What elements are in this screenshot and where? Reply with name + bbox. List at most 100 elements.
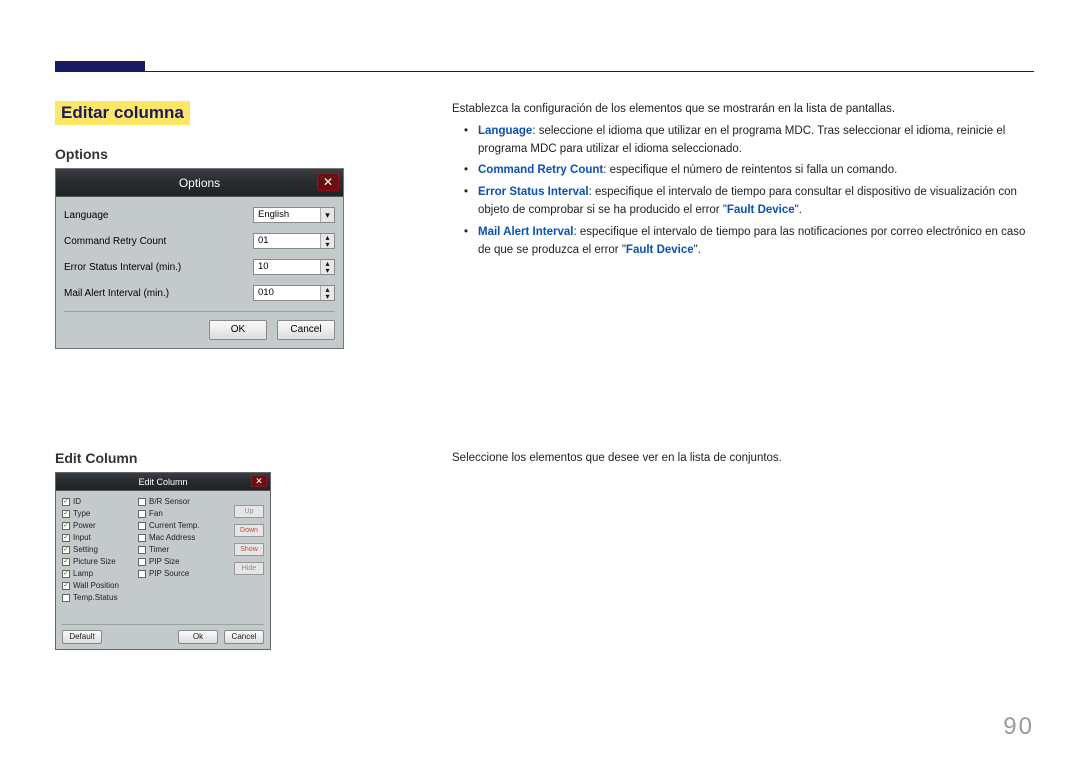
- checkbox-icon[interactable]: [62, 594, 70, 602]
- checkbox-icon[interactable]: ✓: [62, 522, 70, 530]
- edit-column-body: ✓ID✓Type✓Power✓Input✓Setting✓Picture Siz…: [56, 491, 270, 649]
- options-heading: Options: [55, 146, 108, 162]
- checkbox-icon[interactable]: ✓: [62, 570, 70, 578]
- bullet-command-retry: Command Retry Count: especifique el núme…: [452, 162, 1034, 180]
- opt-language-label: Language: [64, 210, 253, 221]
- spinner-arrows-icon: ▴▾: [320, 286, 334, 300]
- ok-button[interactable]: Ok: [178, 630, 218, 644]
- checkbox-icon[interactable]: [138, 546, 146, 554]
- list-item-label: Type: [73, 509, 90, 518]
- list-item-label: Lamp: [73, 569, 93, 578]
- header-accent-bar: [55, 61, 145, 71]
- list-item[interactable]: PIP Size: [138, 557, 208, 566]
- crc-spinner[interactable]: 01 ▴▾: [253, 233, 335, 249]
- options-dialog-titlebar: Options ✕: [56, 169, 343, 197]
- list-item[interactable]: ✓Type: [62, 509, 132, 518]
- close-icon[interactable]: ✕: [251, 475, 267, 487]
- checkbox-icon[interactable]: ✓: [62, 546, 70, 554]
- bullet-language: Language: seleccione el idioma que utili…: [452, 123, 1034, 159]
- section-title: Editar columna: [55, 101, 190, 125]
- edit-column-right-list: B/R Sensor Fan Current Temp. Mac Address Tim…: [138, 497, 208, 605]
- mai-text-b: ".: [694, 244, 701, 256]
- checkbox-icon[interactable]: ✓: [62, 510, 70, 518]
- cancel-button[interactable]: Cancel: [277, 320, 335, 340]
- options-dialog-body: Language English▾ Command Retry Count 01…: [56, 197, 343, 348]
- editcol-intro-text: Seleccione los elementos que desee ver e…: [452, 450, 1034, 468]
- crc-value: 01: [258, 235, 269, 246]
- intro-text: Establezca la configuración de los eleme…: [452, 101, 1034, 119]
- close-icon[interactable]: ✕: [317, 173, 339, 191]
- page-number: 90: [1003, 713, 1034, 741]
- opt-esi-label: Error Status Interval (min.): [64, 262, 253, 273]
- list-item[interactable]: ✓Input: [62, 533, 132, 542]
- list-item-label: Input: [73, 533, 91, 542]
- esi-value: 10: [258, 261, 269, 272]
- list-item-label: Temp.Status: [73, 593, 117, 602]
- checkbox-icon[interactable]: ✓: [62, 582, 70, 590]
- bullet-mail-alert: Mail Alert Interval: especifique el inte…: [452, 224, 1034, 260]
- checkbox-icon[interactable]: [138, 558, 146, 566]
- options-dialog: Options ✕ Language English▾ Command Retr…: [55, 168, 344, 349]
- list-item-label: Mac Address: [149, 533, 195, 542]
- checkbox-icon[interactable]: ✓: [62, 558, 70, 566]
- list-item[interactable]: ✓Power: [62, 521, 132, 530]
- esi-fault: Fault Device: [727, 204, 795, 216]
- list-item-label: PIP Source: [149, 569, 189, 578]
- checkbox-icon[interactable]: ✓: [62, 534, 70, 542]
- esi-spinner[interactable]: 10 ▴▾: [253, 259, 335, 275]
- list-item-label: Fan: [149, 509, 163, 518]
- esi-label: Error Status Interval: [478, 186, 589, 198]
- esi-text-b: ".: [795, 204, 802, 216]
- checkbox-icon[interactable]: [138, 522, 146, 530]
- down-button[interactable]: Down: [234, 524, 264, 537]
- spinner-arrows-icon: ▴▾: [320, 260, 334, 274]
- list-item[interactable]: Current Temp.: [138, 521, 208, 530]
- up-button[interactable]: Up: [234, 505, 264, 518]
- list-item[interactable]: Temp.Status: [62, 593, 132, 602]
- list-item-label: Wall Position: [73, 581, 119, 590]
- edit-column-dialog: Edit Column ✕ ✓ID✓Type✓Power✓Input✓Setti…: [55, 472, 271, 650]
- crc-label: Command Retry Count: [478, 164, 603, 176]
- language-dropdown[interactable]: English ▾: [253, 207, 335, 223]
- list-item[interactable]: Mac Address: [138, 533, 208, 542]
- list-item-label: Setting: [73, 545, 98, 554]
- list-item-label: Timer: [149, 545, 169, 554]
- list-item[interactable]: ✓Setting: [62, 545, 132, 554]
- list-item[interactable]: ✓ID: [62, 497, 132, 506]
- edit-column-description: Seleccione los elementos que desee ver e…: [452, 450, 1034, 472]
- cancel-button[interactable]: Cancel: [224, 630, 264, 644]
- list-item[interactable]: ✓Lamp: [62, 569, 132, 578]
- header-rule: [55, 71, 1034, 72]
- spinner-arrows-icon: ▴▾: [320, 234, 334, 248]
- checkbox-icon[interactable]: [138, 498, 146, 506]
- list-item[interactable]: B/R Sensor: [138, 497, 208, 506]
- checkbox-icon[interactable]: [138, 510, 146, 518]
- list-item[interactable]: Fan: [138, 509, 208, 518]
- list-item-label: ID: [73, 497, 81, 506]
- checkbox-icon[interactable]: [138, 570, 146, 578]
- default-button[interactable]: Default: [62, 630, 102, 644]
- crc-text: : especifique el número de reintentos si…: [603, 164, 897, 176]
- chevron-down-icon: ▾: [320, 208, 334, 222]
- list-item-label: B/R Sensor: [149, 497, 190, 506]
- language-text: : seleccione el idioma que utilizar en e…: [478, 125, 1005, 155]
- mai-spinner[interactable]: 010 ▴▾: [253, 285, 335, 301]
- language-value: English: [258, 209, 289, 220]
- edit-column-title: Edit Column: [138, 477, 187, 487]
- checkbox-icon[interactable]: ✓: [62, 498, 70, 506]
- mai-fault: Fault Device: [626, 244, 694, 256]
- bullet-error-status: Error Status Interval: especifique el in…: [452, 184, 1034, 220]
- mai-value: 010: [258, 287, 274, 298]
- hide-button[interactable]: Hide: [234, 562, 264, 575]
- list-item[interactable]: ✓Wall Position: [62, 581, 132, 590]
- checkbox-icon[interactable]: [138, 534, 146, 542]
- edit-column-left-list: ✓ID✓Type✓Power✓Input✓Setting✓Picture Siz…: [62, 497, 132, 605]
- ok-button[interactable]: OK: [209, 320, 267, 340]
- list-item-label: Power: [73, 521, 96, 530]
- show-button[interactable]: Show: [234, 543, 264, 556]
- list-item-label: Current Temp.: [149, 521, 200, 530]
- list-item[interactable]: PIP Source: [138, 569, 208, 578]
- options-dialog-title: Options: [179, 176, 220, 190]
- list-item[interactable]: Timer: [138, 545, 208, 554]
- list-item[interactable]: ✓Picture Size: [62, 557, 132, 566]
